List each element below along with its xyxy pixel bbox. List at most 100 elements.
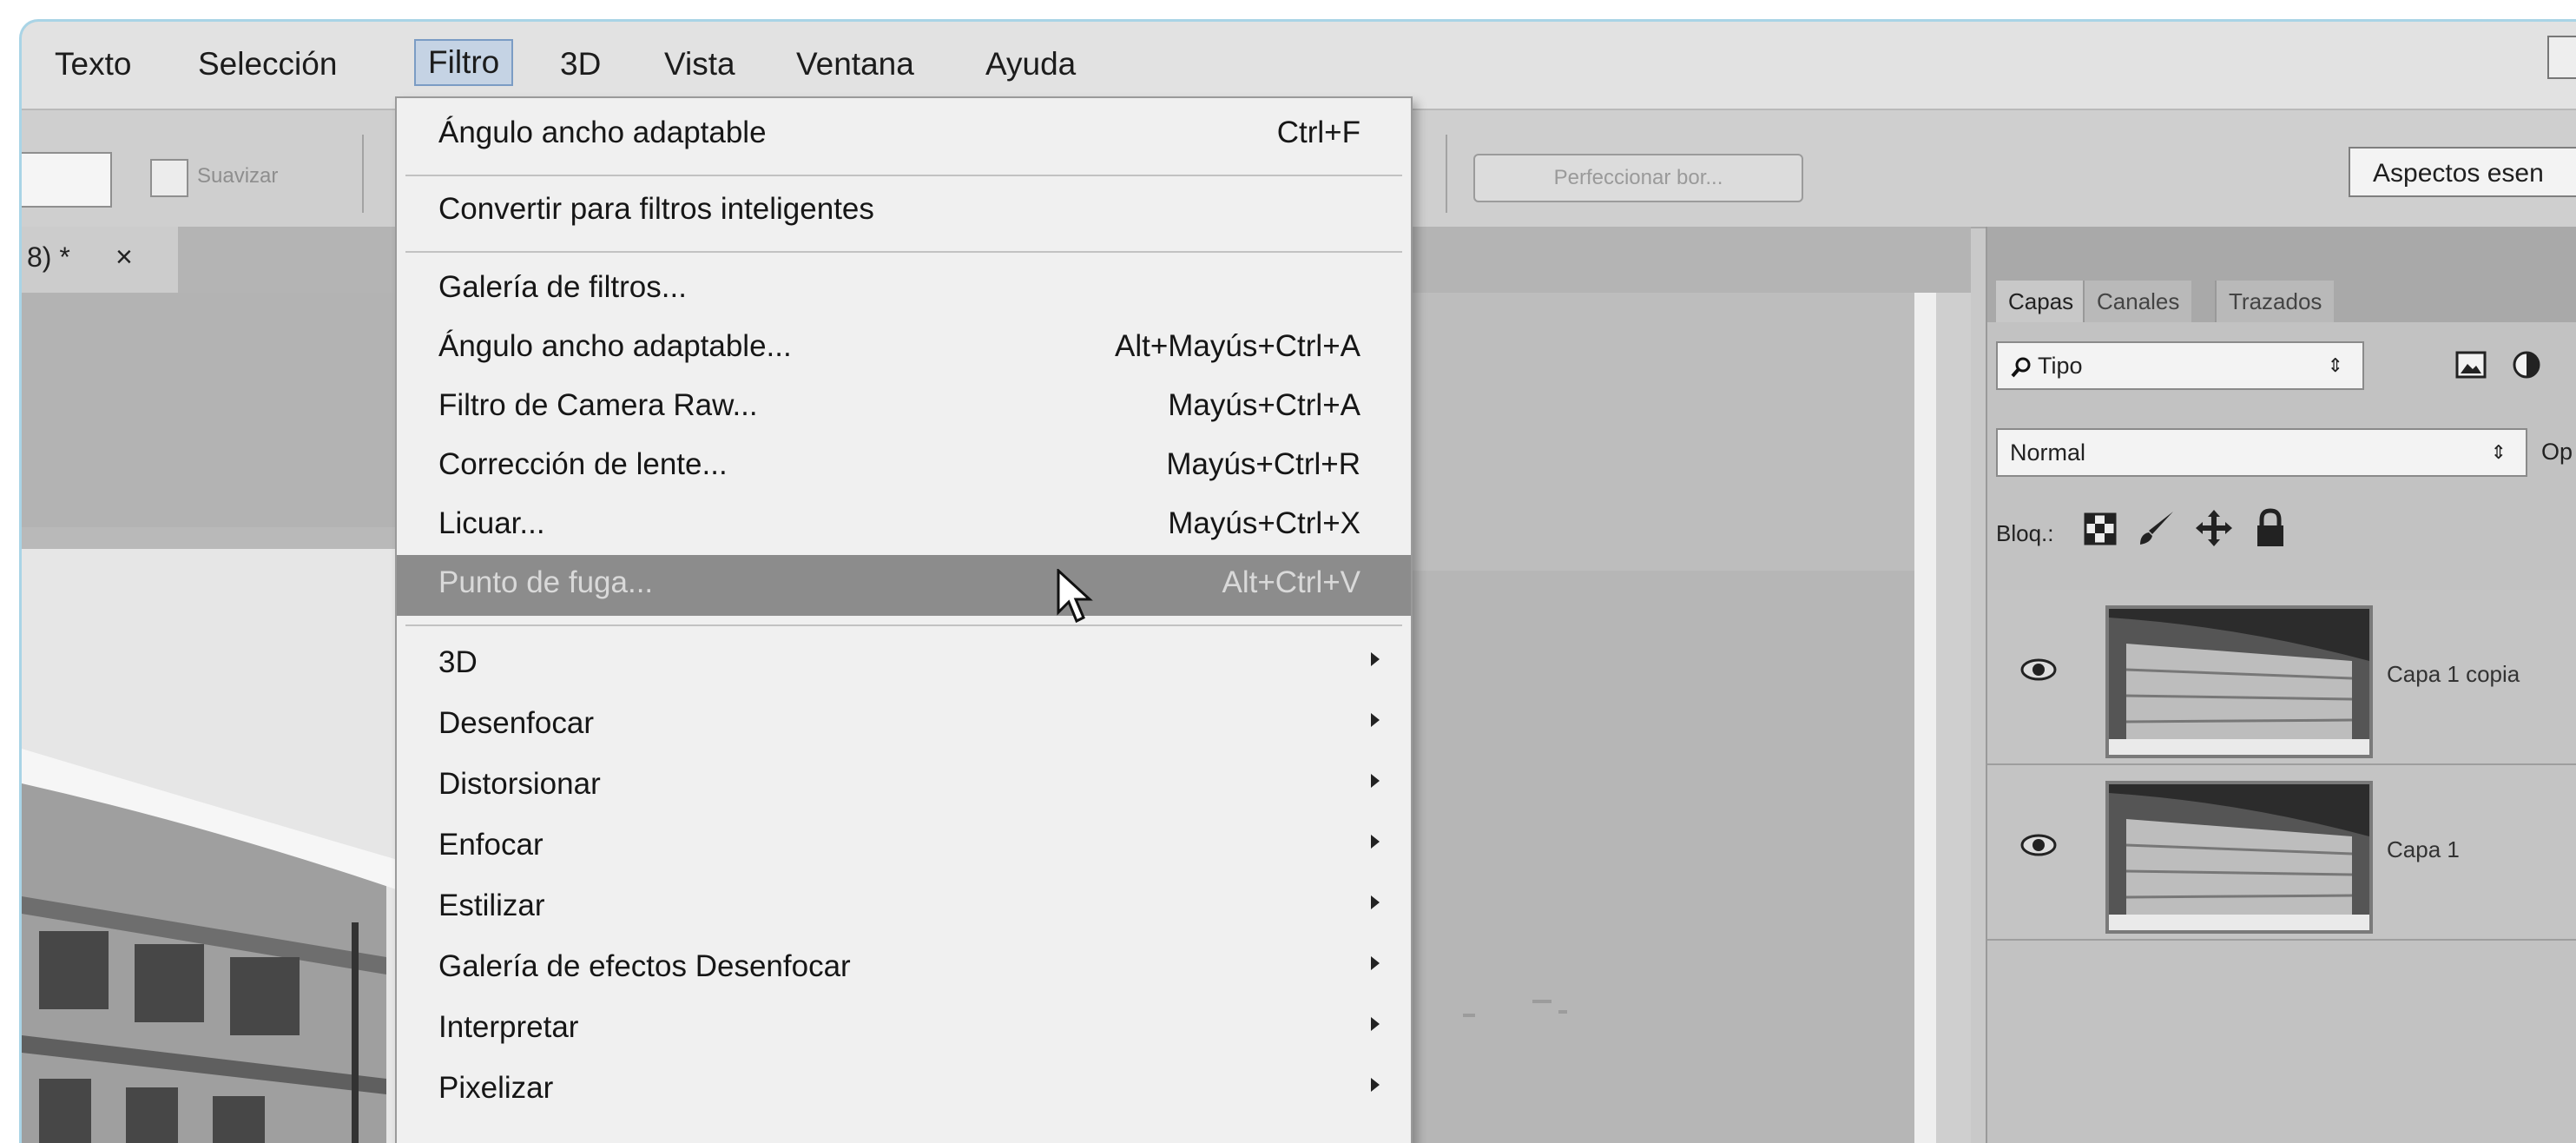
- layer-name: Capa 1 copia: [2387, 661, 2520, 687]
- menu-item-shortcut: Mayús+Ctrl+X: [1168, 506, 1360, 540]
- menu-item-liquify[interactable]: Licuar... Mayús+Ctrl+X: [397, 496, 1411, 557]
- menu-item-shortcut: Alt+Mayús+Ctrl+A: [1114, 329, 1360, 363]
- photoshop-window: Texto Selección Filtro 3D Vista Ventana …: [19, 19, 2576, 1143]
- menu-separator: [405, 175, 1402, 176]
- submenu-arrow-icon: [1371, 895, 1380, 909]
- menu-item-blur-gallery[interactable]: Galería de efectos Desenfocar: [397, 939, 1411, 1000]
- submenu-arrow-icon: [1371, 1017, 1380, 1031]
- panel-tab-bar: Capas Canales Trazados: [1987, 227, 2576, 322]
- menu-filtro[interactable]: Filtro: [414, 39, 514, 86]
- submenu-arrow-icon: [1371, 1078, 1380, 1092]
- menu-item-smart-filters[interactable]: Convertir para filtros inteligentes: [397, 182, 1411, 242]
- menu-item-label: Interpretar: [438, 1010, 579, 1044]
- toolbar-separator: [1446, 135, 1447, 213]
- menu-item-adaptive-wide-angle[interactable]: Ángulo ancho adaptable... Alt+Mayús+Ctrl…: [397, 319, 1411, 380]
- visibility-eye-icon[interactable]: [2020, 833, 2057, 857]
- menu-item-3d[interactable]: 3D: [397, 635, 1411, 696]
- layer-filter-select[interactable]: Tipo ⇕: [1996, 341, 2364, 390]
- menu-vista[interactable]: Vista: [664, 43, 735, 86]
- layer-thumbnail: [2105, 781, 2373, 934]
- layer-filter-value: Tipo: [2038, 353, 2083, 379]
- menu-separator: [405, 624, 1402, 626]
- menu-item-render[interactable]: Interpretar: [397, 1000, 1411, 1060]
- search-icon: [2011, 357, 2031, 378]
- stepper-arrows-icon: ⇕: [2490, 441, 2507, 463]
- menu-item-label: 3D: [438, 645, 478, 679]
- menu-item-label: Desenfocar: [438, 706, 594, 740]
- menu-item-label: Punto de fuga...: [438, 565, 654, 599]
- menu-item-shortcut: Mayús+Ctrl+A: [1168, 388, 1360, 422]
- menu-texto[interactable]: Texto: [55, 43, 131, 86]
- menu-item-sharpen[interactable]: Enfocar: [397, 817, 1411, 878]
- layer-thumbnail: [2105, 605, 2373, 758]
- menu-item-shortcut: Mayús+Ctrl+R: [1166, 447, 1360, 481]
- menu-item-last-filter[interactable]: Ángulo ancho adaptable Ctrl+F: [397, 105, 1411, 166]
- document-tab[interactable]: 8) * ×: [22, 227, 178, 293]
- submenu-arrow-icon: [1371, 956, 1380, 970]
- menu-item-label: Enfocar: [438, 828, 544, 862]
- submenu-arrow-icon: [1371, 774, 1380, 788]
- menu-item-shortcut: Ctrl+F: [1276, 116, 1360, 149]
- suavizar-checkbox[interactable]: [150, 159, 188, 197]
- adjustment-filter-icon[interactable]: [2510, 348, 2543, 381]
- menu-item-label: Galería de efectos Desenfocar: [438, 949, 851, 983]
- move-icon[interactable]: [2194, 508, 2234, 548]
- menu-item-stylize[interactable]: Estilizar: [397, 878, 1411, 939]
- menu-item-shortcut: Alt+Ctrl+V: [1222, 565, 1361, 599]
- window-control-button[interactable]: [2547, 36, 2576, 79]
- feather-field[interactable]: [22, 152, 112, 208]
- document-tab-title: 8) *: [27, 241, 70, 273]
- visibility-eye-icon[interactable]: [2020, 657, 2057, 682]
- image-filter-icon[interactable]: [2454, 348, 2487, 381]
- lock-transparency-icon[interactable]: [2083, 512, 2118, 546]
- suavizar-label: Suavizar: [197, 164, 279, 188]
- opacity-label: Op: [2541, 439, 2573, 465]
- lock-icon[interactable]: [2255, 508, 2286, 548]
- submenu-arrow-icon: [1371, 652, 1380, 666]
- menu-item-filter-gallery[interactable]: Galería de filtros...: [397, 260, 1411, 320]
- menu-item-vanishing-point[interactable]: Punto de fuga... Alt+Ctrl+V: [397, 555, 1411, 624]
- menu-item-label: Ángulo ancho adaptable...: [438, 329, 792, 363]
- menu-item-label: Distorsionar: [438, 767, 601, 801]
- menu-item-blur[interactable]: Desenfocar: [397, 696, 1411, 756]
- menu-item-label: Pixelizar: [438, 1071, 554, 1105]
- canvas-edge: [1914, 293, 1939, 1143]
- menu-item-label: Estilizar: [438, 889, 545, 922]
- blend-mode-select[interactable]: Normal ⇕: [1996, 428, 2527, 477]
- menu-item-label: Convertir para filtros inteligentes: [438, 192, 874, 226]
- menu-item-label: Corrección de lente...: [438, 447, 728, 481]
- mouse-cursor-icon: [1057, 569, 1093, 624]
- tab-capas[interactable]: Capas: [1996, 281, 2086, 322]
- menu-item-pixelate[interactable]: Pixelizar: [397, 1060, 1411, 1121]
- menu-seleccion[interactable]: Selección: [198, 43, 337, 86]
- canvas-scroll-area: [1936, 293, 1971, 1143]
- menu-item-label: Licuar...: [438, 506, 545, 540]
- menu-ventana[interactable]: Ventana: [796, 43, 914, 86]
- close-icon[interactable]: ×: [115, 227, 133, 287]
- toolbar-separator: [362, 135, 364, 213]
- menu-item-label: Filtro de Camera Raw...: [438, 388, 758, 422]
- menu-item-camera-raw[interactable]: Filtro de Camera Raw... Mayús+Ctrl+A: [397, 378, 1411, 439]
- workspace-select[interactable]: Aspectos esen: [2349, 147, 2576, 197]
- stepper-arrows-icon: ⇕: [2327, 354, 2343, 376]
- menu-item-label: Galería de filtros...: [438, 270, 687, 304]
- filter-menu-dropdown: Ángulo ancho adaptable Ctrl+F Convertir …: [395, 96, 1413, 1143]
- refine-edge-button[interactable]: Perfeccionar bor...: [1473, 154, 1803, 202]
- menu-3d[interactable]: 3D: [560, 43, 601, 86]
- blend-mode-value: Normal: [2010, 439, 2086, 466]
- brush-icon[interactable]: [2137, 508, 2177, 548]
- layer-row[interactable]: Capa 1 copia: [1987, 590, 2576, 765]
- menu-item-label: Ángulo ancho adaptable: [438, 116, 767, 149]
- menu-item-distort[interactable]: Distorsionar: [397, 756, 1411, 817]
- submenu-arrow-icon: [1371, 713, 1380, 727]
- menu-separator: [405, 251, 1402, 253]
- tab-trazados[interactable]: Trazados: [2215, 281, 2335, 322]
- layer-name: Capa 1: [2387, 836, 2460, 862]
- layers-panel: Capas Canales Trazados Tipo ⇕ Normal ⇕ O…: [1986, 227, 2576, 1143]
- layer-row[interactable]: Capa 1: [1987, 765, 2576, 941]
- submenu-arrow-icon: [1371, 835, 1380, 849]
- tab-canales[interactable]: Canales: [2083, 281, 2192, 322]
- lock-label: Bloq.:: [1996, 520, 2054, 546]
- menu-item-lens-correction[interactable]: Corrección de lente... Mayús+Ctrl+R: [397, 437, 1411, 498]
- menu-ayuda[interactable]: Ayuda: [985, 43, 1076, 86]
